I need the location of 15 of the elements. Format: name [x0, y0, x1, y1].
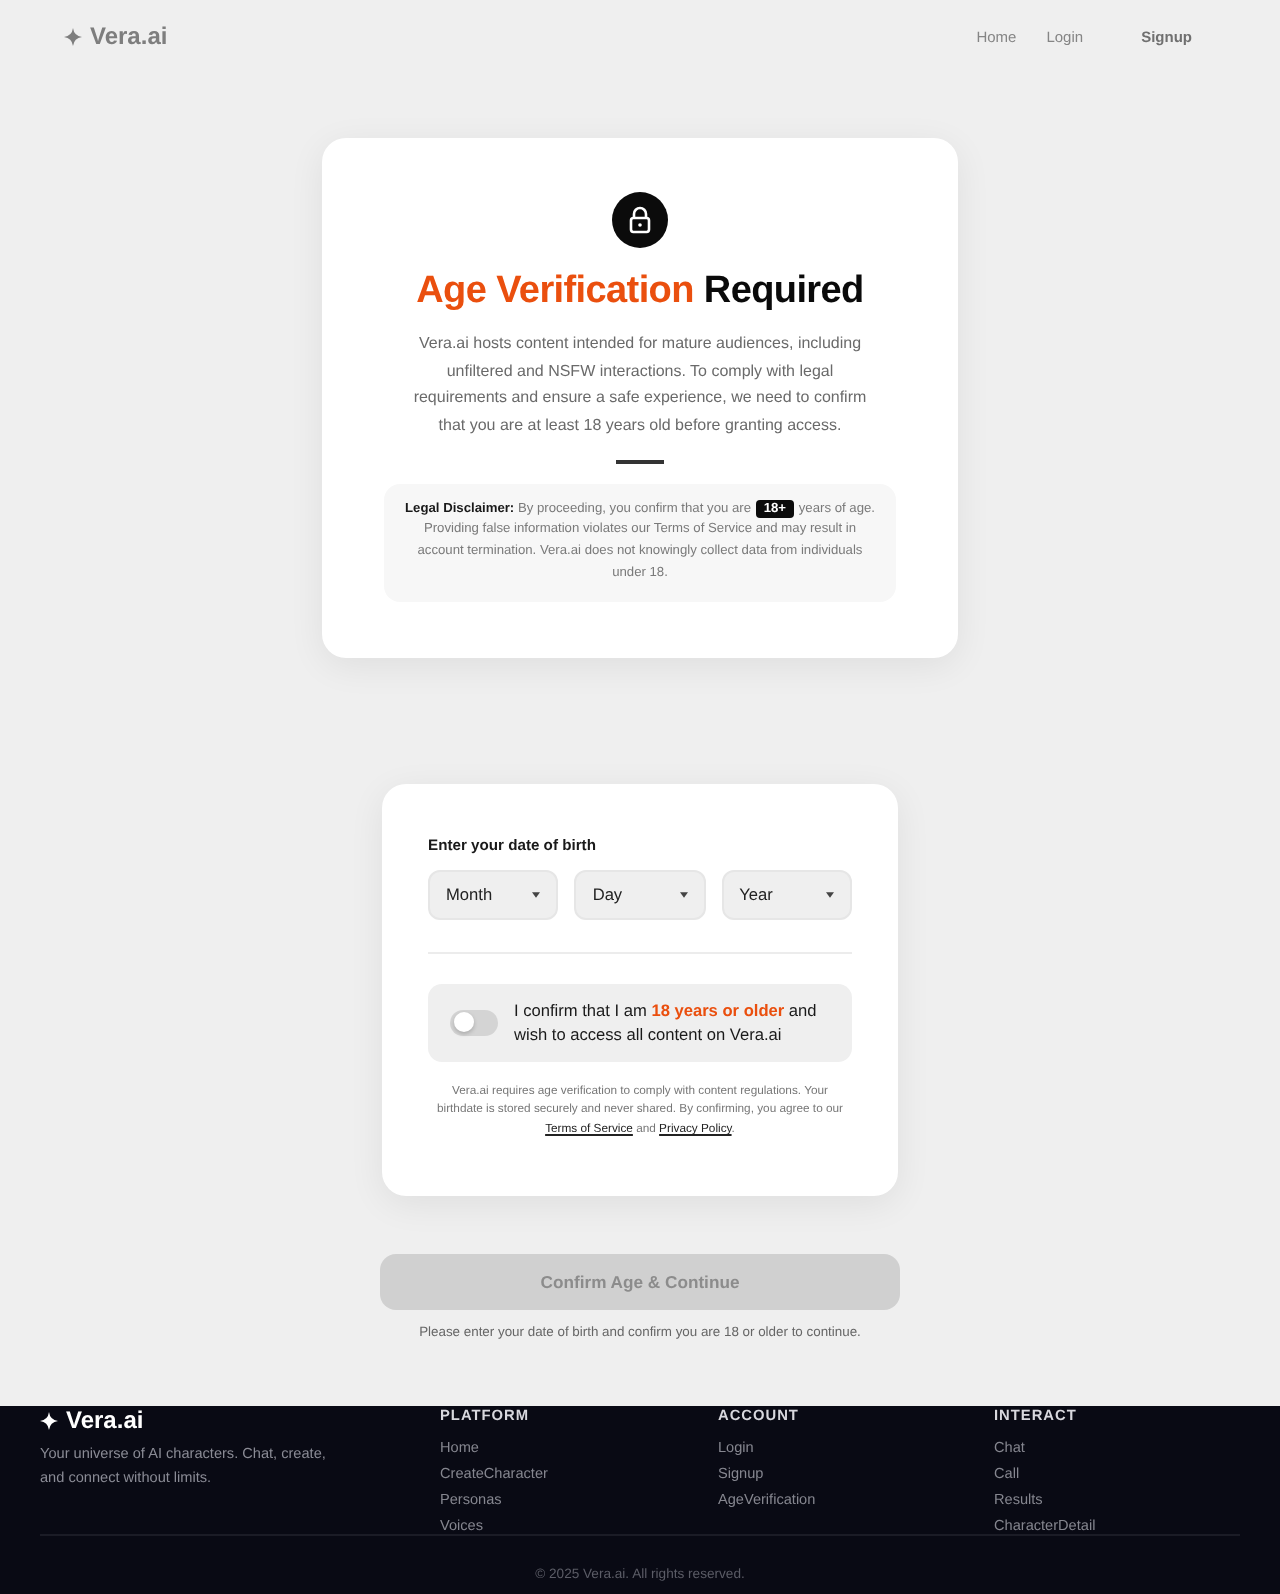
- page-title: Age Verification Required: [416, 268, 864, 316]
- toggle-switch[interactable]: [450, 1009, 498, 1036]
- sparkle-icon: [64, 27, 82, 45]
- sparkle-icon: [40, 1411, 58, 1429]
- date-dropdown[interactable]: Day: [574, 869, 706, 920]
- caret-icon: [679, 891, 688, 898]
- footer-logo-text: Vera.ai: [66, 1406, 144, 1434]
- caret-icon: [532, 891, 541, 898]
- lock-icon: [612, 192, 668, 248]
- caret-icon: [825, 891, 834, 898]
- date-dropdown[interactable]: Year: [721, 869, 852, 920]
- intro-description: Vera.ai hosts content intended for mature audiences, including unfiltered and NSFW interactions. To comply with legal requirements and ensure a safe experience, we need to confirm that you are at least 18 years old before granting access.: [411, 332, 869, 438]
- confirmation-text: I confirm that I am 18 years or older and wish to access all content on Vera.ai: [514, 998, 819, 1047]
- date-dropdown[interactable]: Month: [428, 869, 559, 920]
- logo-text[interactable]: Vera.ai: [90, 22, 168, 50]
